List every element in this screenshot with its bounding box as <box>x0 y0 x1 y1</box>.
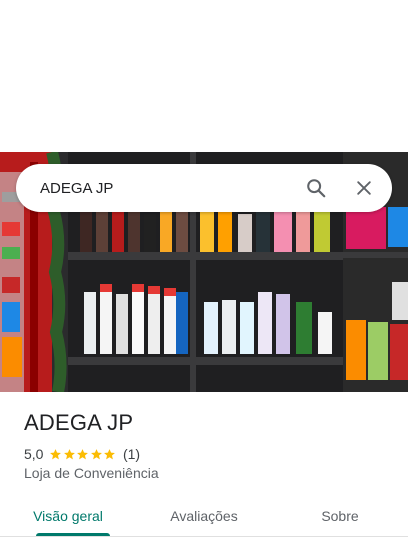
star-icon <box>50 448 62 459</box>
review-count: (1) <box>122 446 141 462</box>
rating-row[interactable]: 5,0 (1) <box>24 445 140 463</box>
tabs-divider <box>0 536 408 537</box>
rating-value: 5,0 <box>24 446 44 462</box>
tab-reviews[interactable]: Avaliações <box>136 496 272 536</box>
search-input[interactable] <box>16 164 296 212</box>
search-icon <box>307 179 326 198</box>
close-icon <box>357 181 371 195</box>
star-icon <box>91 448 102 459</box>
place-category: Loja de Conveniência <box>24 465 159 481</box>
search-button[interactable] <box>296 168 336 208</box>
star-rating <box>49 448 117 461</box>
blank-map-area <box>0 0 408 152</box>
place-name: ADEGA JP <box>24 410 134 435</box>
star-icon <box>77 448 89 459</box>
star-icon <box>104 448 116 459</box>
tab-about[interactable]: Sobre <box>272 496 408 536</box>
clear-search-button[interactable] <box>344 168 384 208</box>
star-icon <box>64 448 75 459</box>
tab-overview[interactable]: Visão geral <box>0 496 136 536</box>
tab-bar: Visão geral Avaliações Sobre <box>0 496 408 536</box>
search-bar <box>16 164 392 212</box>
